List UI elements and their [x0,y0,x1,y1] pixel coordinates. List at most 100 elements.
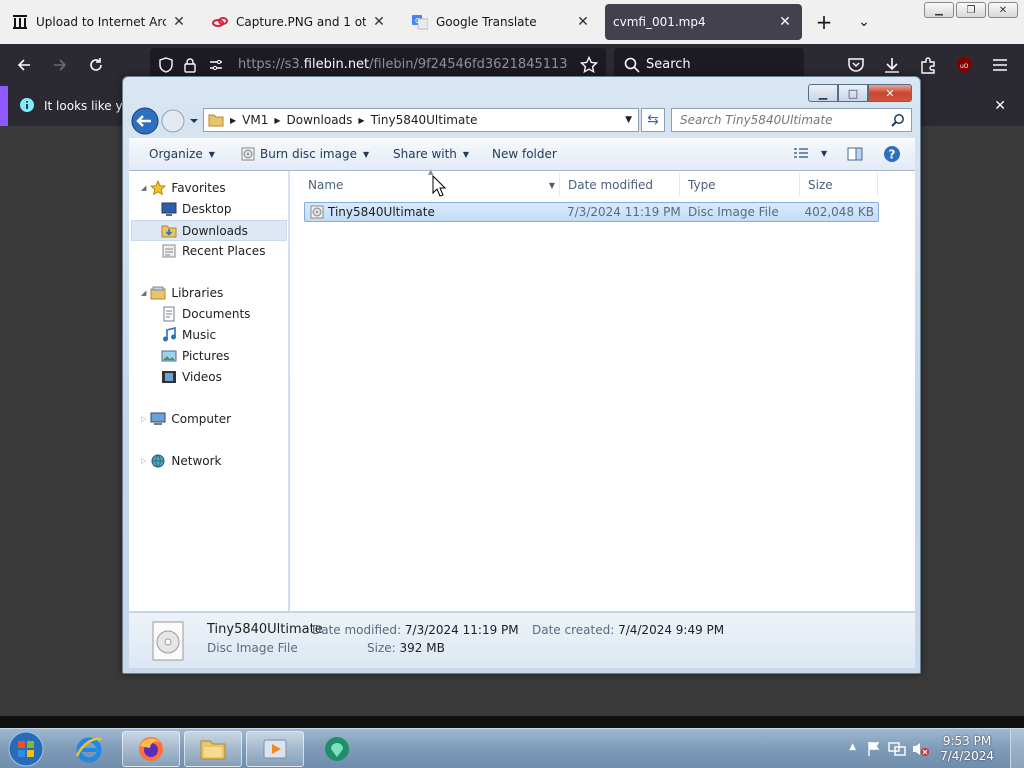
shield-icon[interactable] [158,57,174,73]
close-tab-icon[interactable]: ✕ [370,13,388,31]
back-button[interactable] [12,53,36,77]
permissions-icon[interactable] [208,57,224,73]
tab-upload-to-internet-archive[interactable]: Upload to Internet Archive ✕ [4,4,196,40]
disc-image-file-icon [310,205,324,219]
breadcrumb-downloads[interactable]: Downloads [287,113,353,127]
menu-button[interactable] [988,53,1012,77]
bookmark-star-icon[interactable] [580,56,598,74]
organize-button[interactable]: Organize ▼ [149,147,215,161]
breadcrumb-vm1[interactable]: VM1 [242,113,268,127]
column-filter-dropdown-icon[interactable]: ▼ [549,181,555,190]
nav-downloads[interactable]: Downloads [131,220,287,241]
nav-label: Videos [182,370,222,384]
explorer-maximize-button[interactable]: □ [838,84,868,102]
expand-arrow-icon[interactable]: ▷ [141,415,146,423]
expand-arrow-icon[interactable]: ▷ [141,457,146,465]
nav-desktop[interactable]: Desktop [161,201,232,217]
restore-button[interactable]: ❐ [956,2,986,18]
translate-icon: G [412,14,428,30]
taskbar-internet-explorer[interactable] [60,731,118,767]
details-view-icon [794,148,808,158]
breadcrumb-current-folder[interactable]: Tiny5840Ultimate [371,113,478,127]
start-button[interactable] [6,730,46,768]
reload-button[interactable] [84,53,108,77]
help-button[interactable]: ? [883,145,901,163]
internet-explorer-icon [75,737,102,763]
nav-libraries[interactable]: ◢ Libraries [141,285,223,301]
column-header-size[interactable]: Size [800,173,878,197]
column-label: Date modified [568,178,654,192]
taskbar-media-player[interactable] [246,731,304,767]
column-header-name[interactable]: Name ▼ [300,173,560,197]
tab-cvmfi-mp4[interactable]: cvmfi_001.mp4 ✕ [605,4,802,40]
taskbar-windows-explorer[interactable] [184,731,242,767]
nav-documents[interactable]: Documents [161,306,250,322]
breadcrumb-dropdown-icon[interactable]: ▼ [625,115,632,125]
close-tab-icon[interactable]: ✕ [776,13,794,31]
explorer-refresh-button[interactable]: ⇆ [641,108,665,132]
file-type: Disc Image File [688,205,779,219]
tab-capture-png[interactable]: Capture.PNG and 1 other f ✕ [204,4,396,40]
preview-pane-button[interactable] [847,147,863,161]
lock-icon[interactable] [183,57,197,73]
nav-favorites[interactable]: ◢ Favorites [141,180,226,196]
share-with-button[interactable]: Share with ▼ [393,147,469,161]
computer-icon [150,412,166,425]
downloads-button[interactable] [880,53,904,77]
column-header-type[interactable]: Type [680,173,800,197]
file-name: Tiny5840Ultimate [328,205,435,219]
breadcrumb-separator-icon[interactable]: ▶ [358,116,364,125]
minimize-button[interactable]: ▁ [924,2,954,18]
explorer-search-input[interactable]: Search Tiny5840Ultimate [671,108,912,132]
ublock-button[interactable]: uO [952,53,976,77]
volume-muted-icon[interactable] [912,741,930,757]
new-tab-button[interactable]: + [812,10,836,34]
list-tabs-button[interactable]: ⌄ [852,10,876,34]
burn-disc-image-button[interactable]: Burn disc image ▼ [241,147,369,161]
search-icon[interactable] [891,113,905,127]
taskbar-clock[interactable]: 9:53 PM 7/4/2024 [940,734,994,764]
expand-arrow-icon[interactable]: ◢ [141,289,146,297]
network-icon [151,454,165,468]
tab-google-translate[interactable]: G Google Translate ✕ [404,4,600,40]
url-text: https://s3.filebin.net/filebin/9f24546fd… [238,57,568,72]
details-label: Date modified: [312,623,402,637]
change-view-button[interactable]: ▼ [793,147,827,159]
nav-label: Libraries [171,286,224,300]
close-tab-icon[interactable]: ✕ [574,13,592,31]
network-tray-icon[interactable] [888,741,906,757]
taskbar-firefox[interactable] [122,731,180,767]
windows-start-icon [8,731,44,767]
extensions-button[interactable] [916,53,940,77]
nav-network[interactable]: ▷ Network [141,453,222,469]
show-hidden-icons-button[interactable]: ▲ [849,742,856,752]
column-label: Size [808,178,833,192]
explorer-close-button[interactable]: ✕ [868,84,912,102]
nav-pictures[interactable]: Pictures [161,348,230,364]
new-folder-label: New folder [492,147,557,161]
expand-arrow-icon[interactable]: ◢ [141,184,146,192]
details-size: Size: 392 MB [367,641,445,655]
close-tab-icon[interactable]: ✕ [170,13,188,31]
new-folder-button[interactable]: New folder [492,147,557,161]
pocket-button[interactable] [844,53,868,77]
forward-button[interactable] [48,53,72,77]
taskbar-app-green[interactable] [308,731,366,767]
breadcrumb-separator-icon[interactable]: ▶ [230,116,236,125]
breadcrumb[interactable]: ▶ VM1 ▶ Downloads ▶ Tiny5840Ultimate ▼ [203,108,639,132]
nav-music[interactable]: Music [161,327,216,343]
column-header-date-modified[interactable]: Date modified [560,173,680,197]
show-desktop-button[interactable] [1010,729,1024,768]
table-row[interactable]: Tiny5840Ultimate 7/3/2024 11:19 PM Disc … [304,202,879,222]
nav-recent-places[interactable]: Recent Places [161,243,265,259]
nav-videos[interactable]: Videos [161,369,222,385]
action-center-flag-icon[interactable] [866,741,882,757]
close-notification-icon[interactable]: ✕ [994,98,1006,114]
close-window-button[interactable]: ✕ [988,2,1018,18]
nav-computer[interactable]: ▷ Computer [141,411,231,427]
explorer-minimize-button[interactable]: ▁ [808,84,838,102]
ublock-icon: uO [957,57,971,73]
breadcrumb-separator-icon[interactable]: ▶ [274,116,280,125]
nav-label: Desktop [182,202,232,216]
back-forward-buttons [131,107,207,135]
